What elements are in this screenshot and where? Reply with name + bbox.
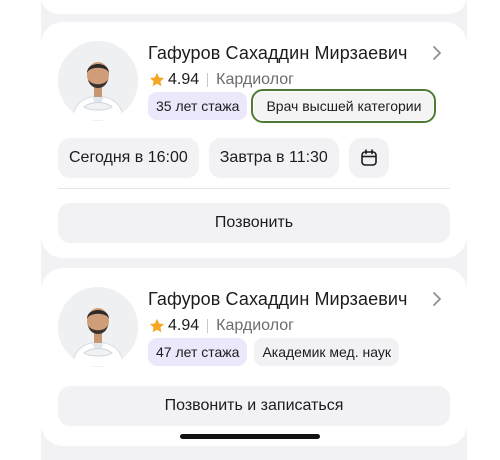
calendar-button[interactable]: [348, 138, 389, 178]
calendar-icon: [361, 149, 377, 166]
experience-badge: 47 лет стажа: [148, 338, 248, 366]
doctor-name[interactable]: Гафуров Сахаддин Мирзаевич: [148, 43, 408, 64]
experience-badge: 35 лет стажа: [148, 92, 248, 120]
call-button[interactable]: Позвонить: [58, 203, 450, 243]
doctor-avatar: [58, 41, 138, 121]
star-icon: [149, 318, 165, 333]
doctor-name[interactable]: Гафуров Сахаддин Мирзаевич: [148, 289, 408, 310]
meta-separator: [207, 73, 209, 87]
divider: [58, 188, 450, 189]
doctor-tags: 35 лет стажа Врач высшей категории: [148, 89, 437, 123]
doctor-rating: 4.94: [168, 71, 200, 88]
slot-button[interactable]: Сегодня в 16:00: [58, 138, 199, 178]
doctor-card-previous[interactable]: [41, 0, 467, 14]
doctor-tags: 47 лет стажа Академик мед. наук: [148, 338, 399, 366]
chevron-right-icon[interactable]: [430, 44, 444, 62]
slot-button[interactable]: Завтра в 11:30: [208, 138, 339, 178]
category-badge: Врач высшей категории: [251, 89, 437, 123]
chevron-right-icon[interactable]: [430, 290, 444, 308]
home-indicator: [180, 434, 320, 439]
doctor-list: Гафуров Сахаддин Мирзаевич 4.94 Кардиоло…: [41, 0, 467, 460]
doctor-card[interactable]: Гафуров Сахаддин Мирзаевич 4.94 Кардиоло…: [41, 22, 467, 258]
doctor-specialty: Кардиолог: [216, 71, 294, 88]
category-badge: Академик мед. наук: [254, 338, 399, 366]
doctor-rating: 4.94: [168, 317, 200, 334]
doctor-avatar: [58, 287, 138, 367]
star-icon: [149, 72, 165, 87]
appointment-slots: Сегодня в 16:00 Завтра в 11:30: [58, 138, 389, 178]
meta-separator: [207, 319, 209, 333]
doctor-card[interactable]: Гафуров Сахаддин Мирзаевич 4.94 Кардиоло…: [41, 268, 467, 446]
doctor-meta: 4.94 Кардиолог: [148, 69, 294, 91]
doctor-specialty: Кардиолог: [216, 317, 294, 334]
doctor-meta: 4.94 Кардиолог: [148, 315, 294, 337]
call-and-book-button[interactable]: Позвонить и записаться: [58, 386, 450, 426]
